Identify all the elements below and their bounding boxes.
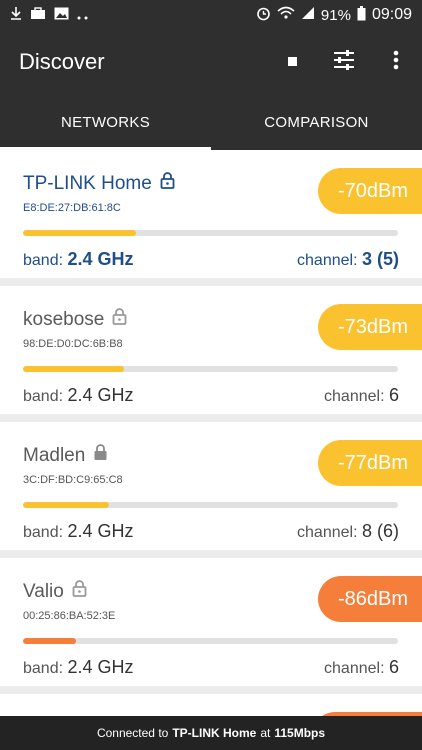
battery-percent: 91%: [320, 6, 351, 24]
band-label: band:: [23, 660, 64, 677]
network-name: TP-LINK Home: [23, 172, 152, 194]
signal-bar-fill: [23, 638, 76, 644]
band-value: 2.4 GHz: [67, 657, 134, 677]
signal-icon: [301, 6, 315, 24]
network-name: Valio: [23, 580, 64, 602]
overflow-menu-button[interactable]: [370, 30, 422, 94]
signal-strength-badge: -77dBm: [317, 440, 422, 486]
signal-bar-fill: [23, 366, 125, 372]
channel-value: 6: [388, 657, 399, 677]
tab-bar: NETWORKS COMPARISON: [0, 94, 422, 150]
signal-strength-badge: -70dBm: [317, 168, 422, 214]
network-card-madlen[interactable]: Madlen 3C:DF:BD:C9:65:C8 band: 2.4 GHz c…: [0, 422, 422, 550]
tab-networks[interactable]: NETWORKS: [0, 94, 211, 150]
signal-bar: [23, 638, 398, 644]
signal-bar: [23, 502, 398, 508]
image-icon: [54, 7, 69, 24]
lock-icon: [112, 308, 127, 331]
page-title: Discover: [19, 49, 105, 74]
signal-bar: [23, 230, 398, 236]
clock: 09:09: [371, 6, 412, 23]
signal-bar: [23, 366, 398, 372]
connection-middle: at: [260, 726, 271, 740]
mac-address: E8:DE:27:DB:61:8C: [23, 202, 121, 214]
channel-label: channel:: [324, 660, 385, 677]
channel-value: 8 (6): [361, 521, 399, 541]
connection-prefix: Connected to: [96, 726, 169, 740]
mac-address: 3C:DF:BD:C9:65:C8: [23, 474, 123, 486]
network-name: Madlen: [23, 444, 86, 466]
connection-status-bar: Connected to TP-LINK Home at 115Mbps: [0, 716, 422, 750]
stop-icon: [287, 53, 297, 71]
channel-label: channel:: [297, 252, 358, 269]
signal-bar-fill: [23, 230, 136, 236]
overflow-menu-icon: [393, 50, 399, 75]
band-value: 2.4 GHz: [67, 385, 134, 405]
filter-icon: [333, 49, 355, 75]
channel-value: 3 (5): [361, 249, 399, 269]
mac-address: 98:DE:D0:DC:6B:B8: [23, 338, 123, 350]
band-value: 2.4 GHz: [67, 249, 134, 269]
network-name: kosebose: [23, 308, 105, 330]
toolbox-icon: [30, 6, 46, 24]
channel-value: 6: [388, 385, 399, 405]
signal-bar-fill: [23, 502, 110, 508]
band-label: band:: [23, 388, 64, 405]
download-icon: [10, 6, 22, 24]
network-card-kosebose[interactable]: kosebose 98:DE:D0:DC:6B:B8 band: 2.4 GHz…: [0, 286, 422, 414]
wifi-icon: [277, 6, 295, 24]
lock-icon: [72, 580, 87, 603]
connected-network: TP-LINK Home: [172, 726, 257, 740]
connection-speed: 115Mbps: [274, 726, 326, 740]
mac-address: 00:25:86:BA:52:3E: [23, 610, 116, 622]
band-label: band:: [23, 524, 64, 541]
lock-icon: [93, 444, 108, 467]
signal-strength-badge: -86dBm: [317, 576, 422, 622]
band-value: 2.4 GHz: [67, 521, 134, 541]
network-card-tp-link-home[interactable]: TP-LINK Home E8:DE:27:DB:61:8C band: 2.4…: [0, 150, 422, 278]
lock-icon: [160, 172, 175, 195]
filter-button[interactable]: [318, 30, 370, 94]
app-bar: Discover: [0, 30, 422, 94]
channel-label: channel:: [297, 524, 358, 541]
network-card-valio[interactable]: Valio 00:25:86:BA:52:3E band: 2.4 GHz ch…: [0, 558, 422, 686]
stop-scan-button[interactable]: [266, 30, 318, 94]
tab-comparison[interactable]: COMPARISON: [211, 94, 422, 150]
channel-label: channel:: [324, 388, 385, 405]
band-label: band:: [23, 252, 64, 269]
signal-strength-badge: -73dBm: [317, 304, 422, 350]
alarm-icon: [256, 6, 271, 25]
battery-icon: [357, 5, 366, 25]
more-dots-icon: [77, 7, 89, 24]
status-bar: 91% 09:09: [0, 0, 422, 30]
